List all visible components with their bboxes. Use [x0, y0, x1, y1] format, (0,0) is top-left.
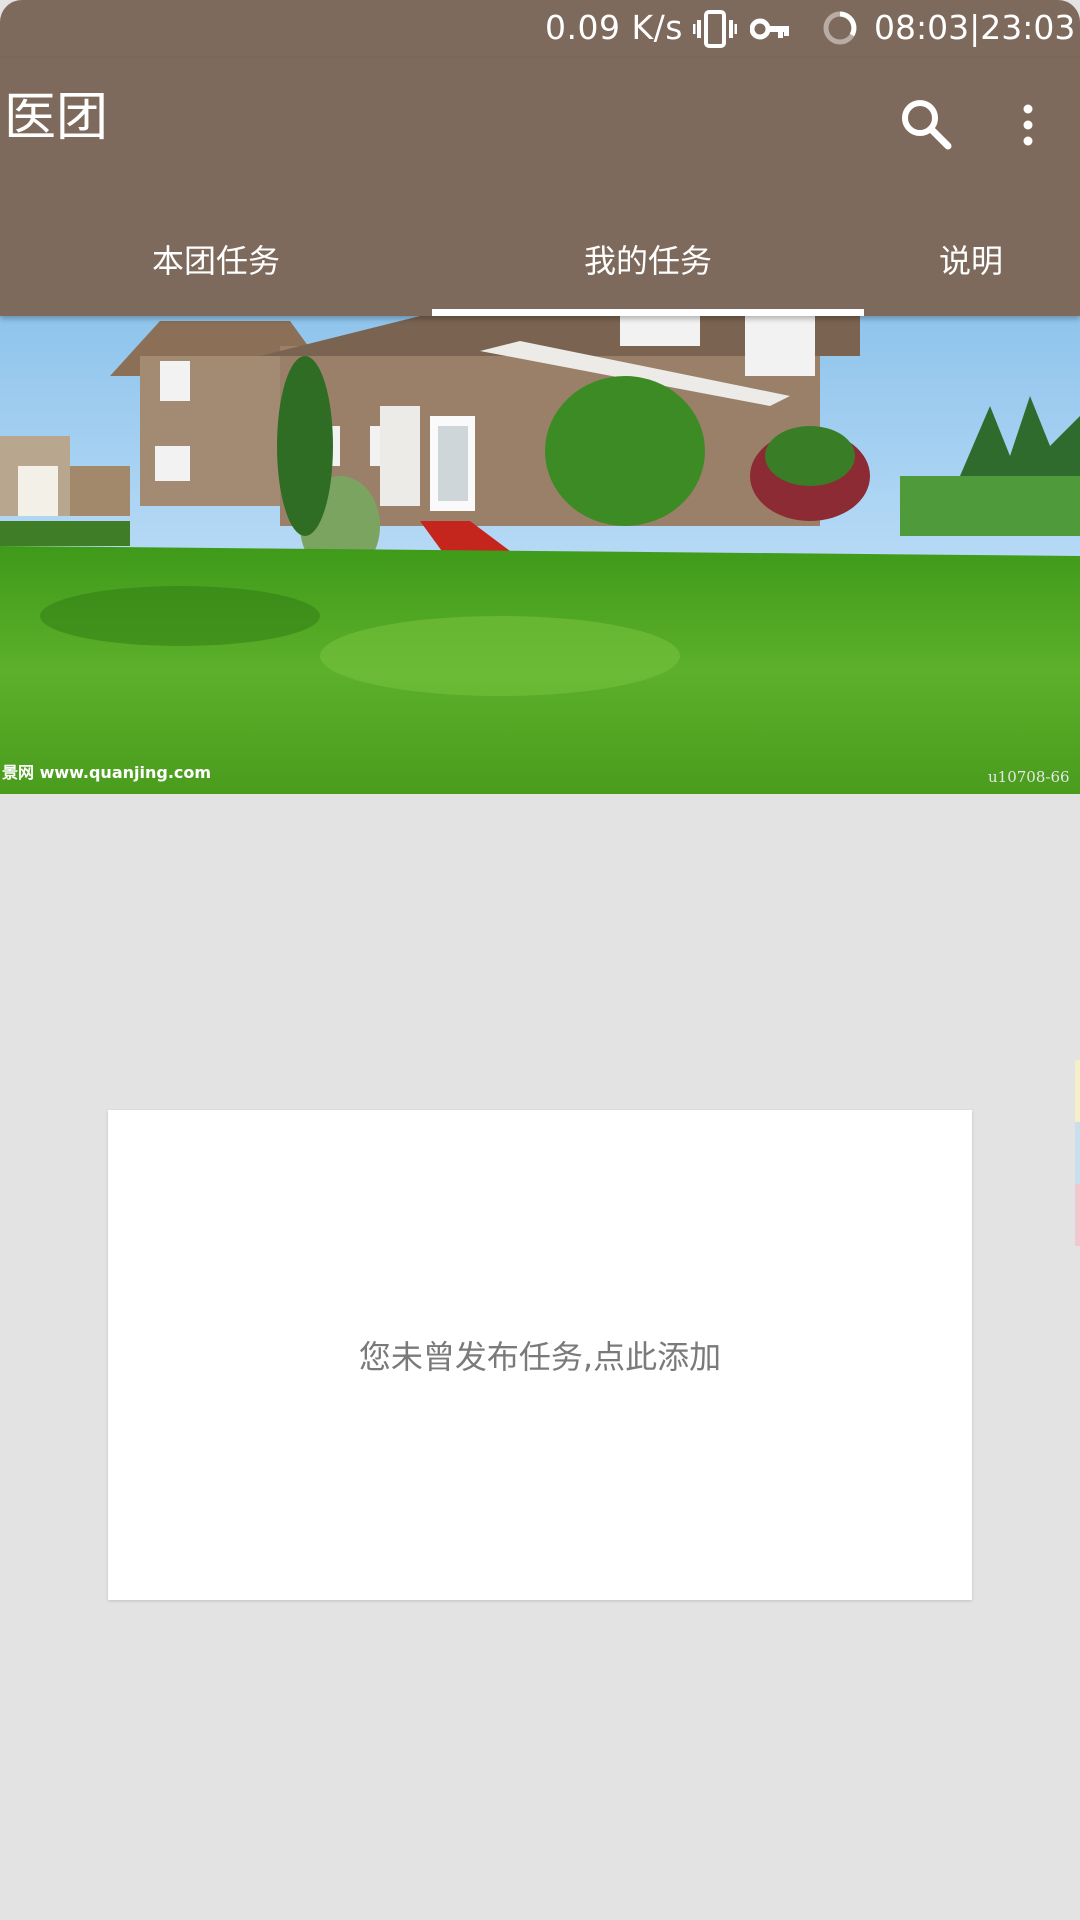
tab-indicator	[432, 309, 864, 316]
more-vert-icon[interactable]	[1012, 100, 1044, 150]
tab-my-tasks[interactable]: 我的任务	[432, 206, 864, 316]
empty-state-message: 您未曾发布任务,点此添加	[358, 1338, 722, 1376]
edge-indicator-blue	[1075, 1122, 1080, 1184]
clock: 08:03|23:03	[874, 8, 1076, 47]
app-bar: 医团 本团任务 我的任务 说明	[0, 58, 1080, 316]
screen: 0.09 K/s 08:03|23:03 医团 本团任务 我的任务 说明 景网 …	[0, 0, 1080, 1920]
vibrate-icon	[693, 10, 737, 48]
watermark-right: u10708-66	[988, 768, 1070, 786]
edge-indicator-yellow	[1075, 1060, 1080, 1122]
tab-team-tasks[interactable]: 本团任务	[0, 206, 432, 316]
banner-image: 景网 www.quanjing.com u10708-66	[0, 316, 1080, 794]
content-area: 您未曾发布任务,点此添加	[0, 794, 1080, 1920]
vpn-key-icon	[750, 18, 789, 40]
tab-instructions[interactable]: 说明	[864, 206, 1080, 316]
loading-icon	[823, 11, 857, 45]
status-bar: 0.09 K/s 08:03|23:03	[0, 0, 1080, 58]
search-icon[interactable]	[896, 94, 956, 154]
tab-bar: 本团任务 我的任务 说明	[0, 206, 1080, 316]
watermark-left: 景网 www.quanjing.com	[2, 763, 211, 782]
edge-indicator-pink	[1075, 1184, 1080, 1246]
app-title: 医团	[4, 88, 109, 148]
network-speed: 0.09 K/s	[545, 8, 683, 47]
empty-state-card[interactable]: 您未曾发布任务,点此添加	[108, 1110, 972, 1600]
